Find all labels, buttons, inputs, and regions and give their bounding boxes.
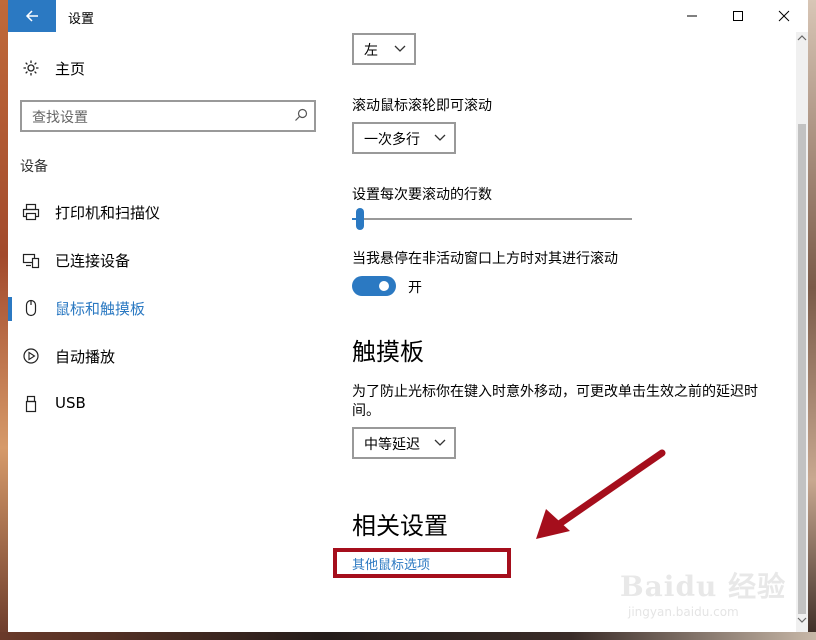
sidebar-item-printers[interactable]: 打印机和扫描仪	[8, 192, 338, 232]
title-bar: 设置	[8, 0, 808, 32]
sidebar-item-label: 鼠标和触摸板	[55, 300, 146, 318]
devices-icon	[22, 253, 40, 269]
search-icon	[295, 108, 308, 121]
maximize-icon	[733, 11, 743, 21]
back-arrow-icon	[25, 10, 38, 22]
minimize-icon	[687, 15, 697, 17]
autoplay-icon	[23, 348, 39, 364]
gear-icon	[23, 60, 39, 76]
close-icon	[778, 10, 790, 22]
desktop-background-left	[0, 0, 8, 640]
touchpad-heading: 触摸板	[352, 338, 424, 366]
slider-thumb[interactable]	[356, 208, 364, 230]
touchpad-description: 为了防止光标你在键入时意外移动，可更改单击生效之前的延迟时间。	[352, 384, 758, 419]
sidebar-item-mouse-touchpad[interactable]: 鼠标和触摸板	[8, 288, 338, 328]
primary-button-dropdown[interactable]: 左	[352, 33, 416, 65]
usb-icon	[25, 395, 37, 413]
close-button[interactable]	[761, 0, 807, 32]
watermark-url: jingyan.baidu.com	[628, 605, 739, 619]
sidebar-item-home[interactable]: 主页	[8, 48, 338, 88]
printer-icon	[22, 203, 40, 221]
active-indicator	[8, 297, 12, 321]
back-button[interactable]	[8, 0, 56, 32]
annotation-arrow-icon	[536, 449, 666, 539]
sidebar-item-label: 主页	[55, 60, 86, 78]
annotation-highlight-box	[333, 548, 511, 578]
scroll-up-icon[interactable]	[797, 34, 807, 42]
watermark: Baidu 经验 jingyan.baidu.com	[620, 565, 800, 627]
dropdown-value: 一次多行	[364, 132, 420, 148]
sidebar-item-label: 自动播放	[55, 348, 116, 366]
dropdown-value: 中等延迟	[364, 437, 420, 453]
wheel-scroll-dropdown[interactable]: 一次多行	[352, 122, 456, 154]
window-title: 设置	[68, 12, 95, 27]
mouse-icon	[25, 299, 37, 317]
sidebar: 主页 查找设置 设备 打印机和扫描仪 已连接设备 鼠标和触摸板 自动播放 USB	[8, 32, 338, 632]
desktop-background-bottom	[0, 632, 816, 640]
scrollbar-thumb[interactable]	[798, 124, 806, 614]
sidebar-item-autoplay[interactable]: 自动播放	[8, 336, 338, 376]
search-placeholder: 查找设置	[32, 110, 88, 126]
watermark-logo: Baidu 经验	[620, 570, 787, 603]
sidebar-item-label: 已连接设备	[55, 252, 131, 270]
chevron-down-icon	[434, 439, 446, 446]
sidebar-item-usb[interactable]: USB	[8, 384, 338, 424]
settings-window: 设置 主页 查找设置 设备 打印机和扫描仪 已连接设备 鼠标和触摸板 自动播放 …	[8, 0, 808, 632]
inactive-scroll-label: 当我悬停在非活动窗口上方时对其进行滚动	[352, 251, 618, 267]
desktop-background-right	[808, 0, 816, 640]
minimize-button[interactable]	[669, 0, 715, 32]
inactive-scroll-toggle[interactable]	[352, 276, 396, 296]
toggle-state-text: 开	[408, 280, 422, 296]
chevron-down-icon	[394, 45, 406, 52]
chevron-down-icon	[434, 134, 446, 141]
touchpad-delay-dropdown[interactable]: 中等延迟	[352, 427, 456, 459]
toggle-knob	[379, 281, 389, 291]
search-input[interactable]: 查找设置	[20, 100, 316, 132]
sidebar-item-connected-devices[interactable]: 已连接设备	[8, 240, 338, 280]
related-settings-heading: 相关设置	[352, 512, 448, 540]
dropdown-value: 左	[364, 43, 378, 59]
sidebar-item-label: 打印机和扫描仪	[55, 204, 161, 222]
scroll-lines-slider[interactable]	[352, 208, 632, 230]
scrollbar[interactable]	[796, 32, 808, 632]
section-title: 设备	[20, 159, 48, 175]
scroll-lines-label: 设置每次要滚动的行数	[352, 187, 492, 203]
maximize-button[interactable]	[715, 0, 761, 32]
sidebar-item-label: USB	[55, 394, 86, 412]
wheel-scroll-label: 滚动鼠标滚轮即可滚动	[352, 98, 492, 114]
